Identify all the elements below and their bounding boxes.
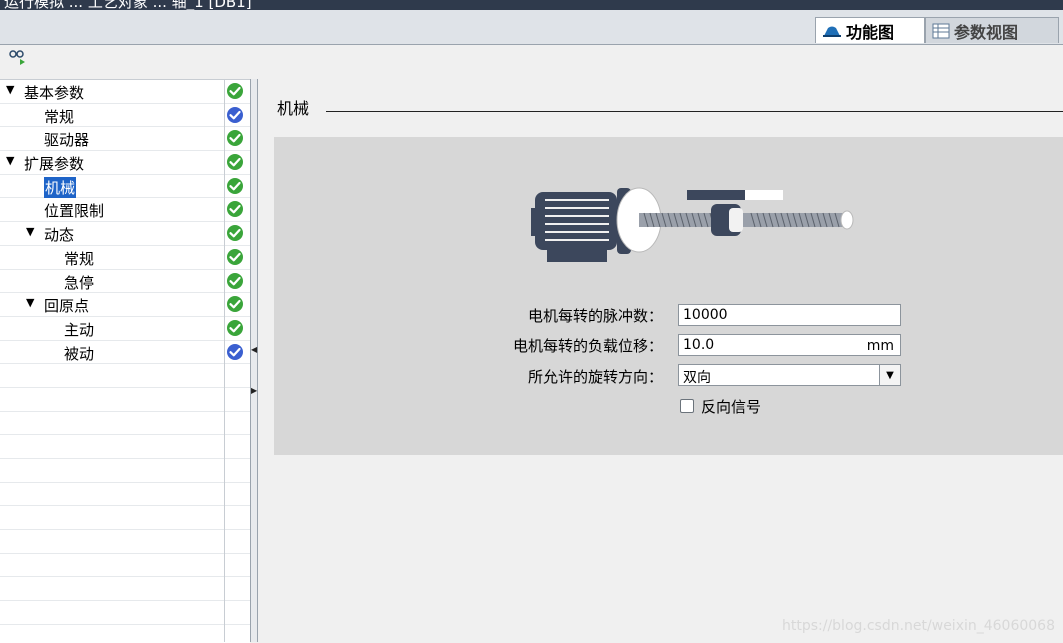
collapse-left-icon[interactable]: ◀	[251, 345, 257, 354]
tab-function-diagram-label: 功能图	[846, 22, 895, 42]
load-per-rev-label: 电机每转的负载位移：	[512, 337, 663, 355]
parameter-view-icon	[932, 23, 950, 39]
check-ok-icon	[227, 319, 243, 336]
check-info-icon	[227, 106, 243, 123]
tree-item[interactable]: 驱动器	[0, 127, 250, 152]
check-ok-icon	[227, 154, 243, 171]
tree-item[interactable]: 常规	[0, 246, 250, 270]
tree-item[interactable]: 位置限制	[0, 198, 250, 223]
tab-parameter-view-label: 参数视图	[954, 22, 1019, 42]
tree-item[interactable]: 被动	[0, 341, 250, 365]
tree-item[interactable]: 常规	[0, 104, 250, 128]
rotation-direction-label: 所允许的旋转方向：	[527, 368, 663, 386]
rotation-direction-value: 双向	[683, 370, 711, 386]
load-per-rev-input[interactable]: 10.0 mm	[678, 334, 901, 356]
tree-item-label: 被动	[64, 344, 95, 363]
check-ok-icon	[227, 272, 243, 289]
tree-item-label: 常规	[44, 107, 75, 126]
tree-item-label: 驱动器	[44, 131, 90, 150]
pulses-per-rev-label: 电机每转的脉冲数：	[527, 307, 663, 325]
tree-item[interactable]: ▼ 扩展参数	[0, 151, 250, 175]
mechanics-panel: 电机每转的脉冲数： 电机每转的负载位移： 10.0 mm 所允许的旋转方向： 双…	[274, 137, 1063, 455]
expand-right-icon[interactable]: ▶	[251, 386, 257, 395]
tree-empty-row	[0, 412, 250, 436]
section-title: 机械	[277, 99, 310, 118]
function-diagram-icon	[822, 23, 842, 39]
tree-divider	[224, 79, 225, 642]
rotation-direction-select[interactable]: 双向 ▼	[678, 364, 901, 386]
invert-signal-label[interactable]: 反向信号	[701, 396, 761, 417]
splitter[interactable]: ◀ ▶	[250, 79, 258, 642]
tree-empty-row	[0, 459, 250, 483]
view-tab-strip: 功能图 参数视图	[0, 10, 1063, 45]
nav-tree: ▼ 基本参数 常规 驱动器 ▼ 扩展参数 机械 位置限制 ▼ 动态 常规 急停 ▼ 回原点 主动 被动	[0, 79, 250, 643]
tree-item-label: 回原点	[44, 297, 90, 316]
pulses-per-rev-input[interactable]	[678, 304, 901, 326]
window-title: 运行模拟 ... 工艺对象 ... 轴_1 [DB1]	[4, 0, 252, 10]
tree-item-label: 位置限制	[44, 202, 105, 221]
tree-empty-row	[0, 530, 250, 554]
tree-item-label: 急停	[64, 273, 95, 292]
tree-empty-row	[0, 601, 250, 625]
tree-item[interactable]: 主动	[0, 317, 250, 341]
tree-item[interactable]: 机械	[0, 175, 250, 199]
tree-item-label: 动态	[44, 226, 75, 245]
tree-empty-row	[0, 388, 250, 412]
check-ok-icon	[227, 296, 243, 313]
tab-function-diagram[interactable]: 功能图	[815, 17, 925, 43]
check-ok-icon	[227, 225, 243, 242]
check-ok-icon	[227, 248, 243, 265]
expand-arrow-icon[interactable]: ▼	[6, 83, 14, 96]
tree-item-label: 机械	[44, 176, 77, 198]
tree-item[interactable]: 急停	[0, 270, 250, 294]
load-per-rev-unit: mm	[866, 338, 894, 354]
check-ok-icon	[227, 83, 243, 99]
expand-arrow-icon[interactable]: ▼	[26, 225, 34, 238]
chevron-down-icon[interactable]: ▼	[879, 365, 900, 385]
load-per-rev-value: 10.0	[683, 337, 715, 353]
tree-item-label: 扩展参数	[24, 155, 85, 174]
section-divider	[326, 111, 1063, 112]
expand-arrow-icon[interactable]: ▼	[6, 154, 14, 167]
tree-empty-row	[0, 506, 250, 531]
toggle-view-icon[interactable]	[8, 50, 30, 74]
expand-arrow-icon[interactable]: ▼	[26, 296, 34, 309]
check-ok-icon	[227, 130, 243, 147]
tree-item[interactable]: ▼ 基本参数	[0, 80, 250, 104]
tab-parameter-view[interactable]: 参数视图	[925, 17, 1059, 43]
window-title-bar: 运行模拟 ... 工艺对象 ... 轴_1 [DB1]	[0, 0, 1063, 10]
tree-empty-row	[0, 483, 250, 507]
check-info-icon	[227, 343, 243, 360]
tree-item[interactable]: ▼ 动态	[0, 222, 250, 246]
tree-item[interactable]: ▼ 回原点	[0, 293, 250, 317]
tree-empty-row	[0, 435, 250, 459]
tree-item-label: 主动	[64, 320, 95, 339]
watermark: https://blog.csdn.net/weixin_46060068	[781, 618, 1055, 634]
tree-item-label: 常规	[64, 249, 95, 268]
invert-signal-checkbox[interactable]	[680, 399, 694, 413]
check-ok-icon	[227, 177, 243, 194]
check-ok-icon	[227, 201, 243, 218]
tree-item-label: 基本参数	[24, 84, 85, 102]
motor-leadscrew-illustration	[529, 182, 859, 271]
tree-empty-row	[0, 577, 250, 602]
tree-empty-row	[0, 364, 250, 388]
tree-empty-row	[0, 554, 250, 578]
content-area: 机械 电机每转的脉冲数： 10000 电机每转的负载位移： 10.0 mm 所允…	[259, 79, 1063, 642]
